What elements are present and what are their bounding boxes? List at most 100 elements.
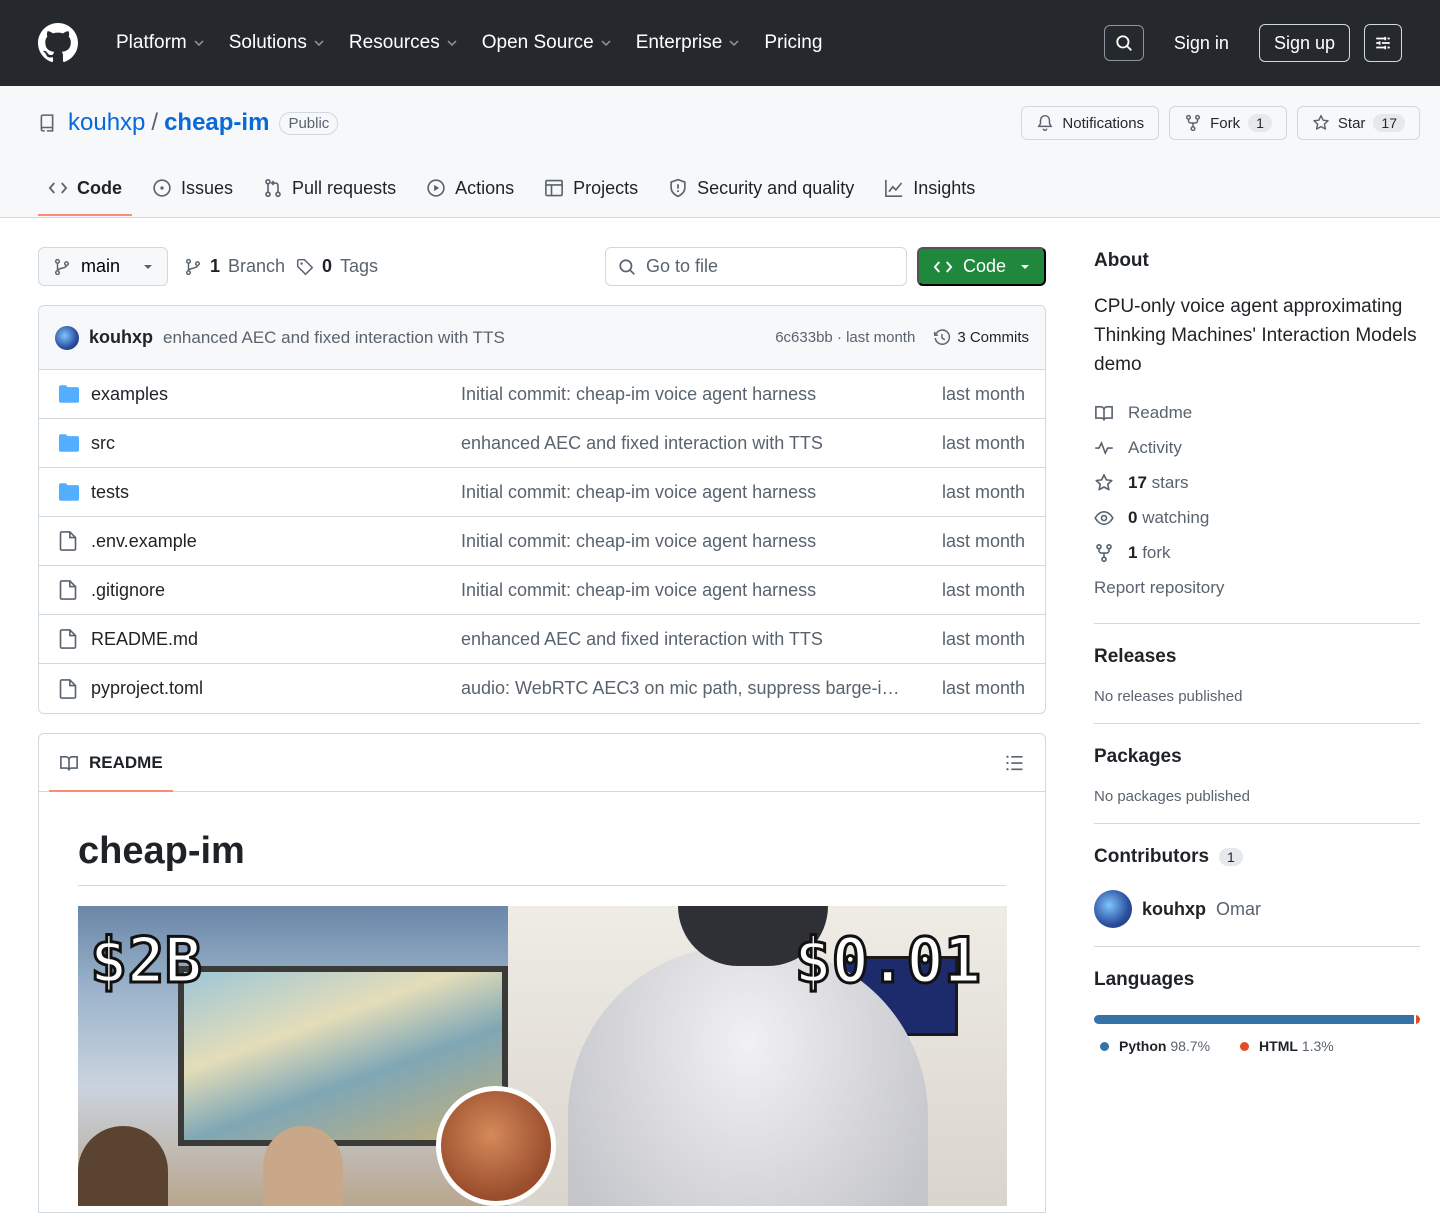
tags-link[interactable]: 0 Tags: [296, 247, 378, 286]
file-name-link[interactable]: README.md: [91, 629, 461, 650]
repo-owner-link[interactable]: kouhxp: [68, 109, 145, 137]
caret-down-icon: [1021, 264, 1029, 269]
file-commit-message[interactable]: Initial commit: cheap-im voice agent har…: [461, 384, 935, 405]
readme-tab[interactable]: README: [49, 734, 173, 792]
file-name-link[interactable]: src: [91, 433, 461, 454]
code-dropdown-button[interactable]: Code: [917, 247, 1046, 286]
file-name-link[interactable]: .gitignore: [91, 580, 461, 601]
person-figure: [78, 1126, 168, 1206]
go-to-file-placeholder: Go to file: [646, 256, 719, 276]
global-header: Platform Solutions Resources Open Source…: [0, 0, 1440, 86]
nav-open-source[interactable]: Open Source: [472, 23, 626, 63]
file-commit-message[interactable]: Initial commit: cheap-im voice agent har…: [461, 482, 935, 503]
file-date: last month: [941, 432, 1025, 453]
contributor-username[interactable]: kouhxp: [1142, 899, 1206, 920]
releases-heading[interactable]: Releases: [1094, 646, 1176, 667]
file-commit-message[interactable]: enhanced AEC and fixed interaction with …: [461, 433, 935, 454]
tab-label: Actions: [455, 177, 515, 198]
nav-label: Platform: [116, 32, 187, 53]
file-row[interactable]: .gitignore Initial commit: cheap-im voice…: [39, 566, 1045, 615]
readme-hero-image[interactable]: $2B $0.01: [78, 906, 1007, 1206]
tab-code[interactable]: Code: [38, 160, 132, 216]
tag-icon: [296, 258, 314, 275]
contributors-heading[interactable]: Contributors: [1094, 846, 1209, 868]
file-row[interactable]: src enhanced AEC and fixed interaction wi…: [39, 419, 1045, 468]
contributor-name: Omar: [1216, 898, 1262, 919]
file-commit-message[interactable]: audio: WebRTC AEC3 on mic path, suppress…: [461, 678, 935, 699]
code-icon: [933, 260, 953, 273]
command-palette-button[interactable]: [1364, 24, 1402, 62]
fork-icon: [1186, 114, 1201, 132]
file-name-link[interactable]: .env.example: [91, 531, 461, 552]
file-date: last month: [941, 678, 1025, 698]
file-row[interactable]: .env.example Initial commit: cheap-im voi…: [39, 517, 1045, 566]
commit-hash-time[interactable]: 6c633bb · last month: [775, 329, 915, 346]
file-row[interactable]: README.md enhanced AEC and fixed interact…: [39, 615, 1045, 664]
releases-note: No releases published: [1094, 688, 1243, 705]
sign-in-link[interactable]: Sign in: [1158, 33, 1245, 54]
graph-icon: [885, 179, 903, 197]
sign-up-button[interactable]: Sign up: [1258, 24, 1350, 62]
file-commit-message[interactable]: Initial commit: cheap-im voice agent har…: [461, 531, 935, 552]
nav-label: Pricing: [764, 32, 823, 53]
report-repository-link[interactable]: Report repository: [1094, 570, 1420, 605]
language-html[interactable]: HTML 1.3%: [1240, 1038, 1334, 1054]
outline-button[interactable]: [1005, 753, 1025, 773]
repo-name-link[interactable]: cheap-im: [164, 109, 269, 137]
go-to-file-input[interactable]: Go to file: [605, 247, 907, 286]
releases-section: Releases No releases published: [1094, 646, 1420, 705]
star-button[interactable]: Star 17: [1296, 106, 1420, 140]
file-name-link[interactable]: tests: [91, 482, 461, 503]
file-row[interactable]: examples Initial commit: cheap-im voice a…: [39, 370, 1045, 419]
stars-link[interactable]: 17 stars: [1094, 465, 1420, 500]
file-commit-message[interactable]: Initial commit: cheap-im voice agent har…: [461, 580, 935, 601]
avatar[interactable]: [55, 325, 79, 350]
divider: [1094, 946, 1420, 947]
tab-security[interactable]: Security and quality: [658, 160, 864, 216]
tab-actions[interactable]: Actions: [416, 160, 524, 216]
forks-link[interactable]: 1 fork: [1094, 535, 1420, 570]
fork-button[interactable]: Fork 1: [1169, 106, 1287, 140]
star-count: 17: [1373, 114, 1405, 132]
nav-label: Enterprise: [635, 32, 723, 53]
commit-author-link[interactable]: kouhxp: [89, 327, 153, 348]
tab-projects[interactable]: Projects: [534, 160, 648, 216]
notifications-button[interactable]: Notifications: [1021, 106, 1160, 140]
branches-link[interactable]: 1 Branch: [184, 247, 285, 286]
nav-resources[interactable]: Resources: [339, 23, 472, 63]
search-button[interactable]: [1103, 25, 1144, 61]
file-row[interactable]: tests Initial commit: cheap-im voice agen…: [39, 468, 1045, 517]
tab-issues[interactable]: Issues: [142, 160, 243, 216]
file-commit-message[interactable]: enhanced AEC and fixed interaction with …: [461, 629, 935, 650]
contributors-section: Contributors 1 kouhxp Omar: [1094, 846, 1420, 928]
about-description: CPU-only voice agent approximating Think…: [1094, 296, 1417, 375]
tab-label: Insights: [913, 177, 976, 198]
about-section: About CPU-only voice agent approximating…: [1094, 218, 1420, 605]
language-bar: [1094, 1015, 1420, 1024]
github-logo-icon[interactable]: [38, 23, 78, 63]
branch-selector[interactable]: main: [38, 247, 168, 286]
language-python[interactable]: Python 98.7%: [1100, 1038, 1210, 1054]
nav-enterprise[interactable]: Enterprise: [626, 23, 755, 63]
readme-link[interactable]: Readme: [1094, 395, 1420, 430]
nav-solutions[interactable]: Solutions: [219, 23, 339, 63]
commits-history-link[interactable]: 3 Commits: [933, 328, 1029, 347]
tab-insights[interactable]: Insights: [874, 160, 985, 216]
fork-icon: [1096, 543, 1112, 562]
activity-label: Activity: [1128, 437, 1182, 457]
tab-pull-requests[interactable]: Pull requests: [253, 160, 406, 216]
file-row[interactable]: pyproject.toml audio: WebRTC AEC3 on mic …: [39, 664, 1045, 713]
file-name-link[interactable]: examples: [91, 384, 461, 405]
packages-heading[interactable]: Packages: [1094, 746, 1182, 767]
readme-header: README: [39, 734, 1045, 792]
list-icon: [1006, 755, 1023, 770]
activity-link[interactable]: Activity: [1094, 430, 1420, 465]
nav-platform[interactable]: Platform: [106, 23, 219, 63]
contributor-item[interactable]: kouhxp Omar: [1094, 890, 1420, 928]
commit-message-link[interactable]: enhanced AEC and fixed interaction with …: [163, 328, 505, 348]
book-icon: [1095, 405, 1113, 421]
watchers-link[interactable]: 0 watching: [1094, 500, 1420, 535]
nav-pricing[interactable]: Pricing: [754, 23, 836, 63]
file-name-link[interactable]: pyproject.toml: [91, 678, 461, 699]
avatar[interactable]: [1094, 890, 1132, 928]
